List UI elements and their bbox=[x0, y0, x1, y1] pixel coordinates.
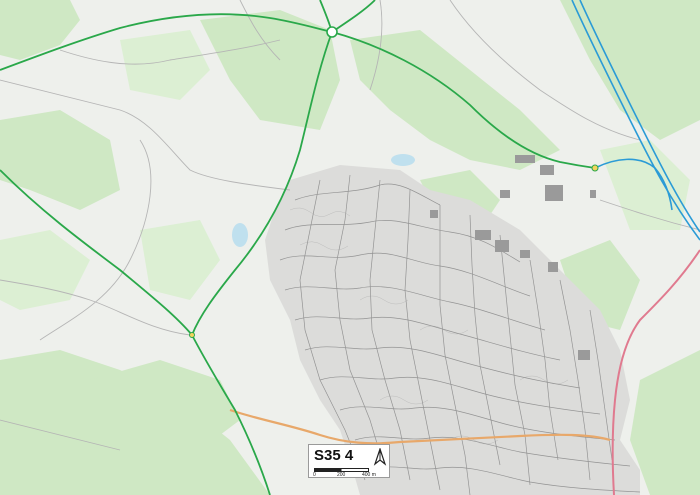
map-canvas[interactable] bbox=[0, 0, 700, 495]
map-title: S35 4 bbox=[314, 447, 354, 464]
junction-north bbox=[591, 164, 599, 172]
scale-tick-mid: 200 bbox=[337, 472, 346, 478]
scale-tick-end: 400 m bbox=[362, 472, 376, 478]
junction-west bbox=[189, 332, 195, 338]
north-arrow-icon bbox=[373, 448, 387, 466]
map-label-box: S35 4 0 200 400 m bbox=[308, 444, 390, 478]
map-area[interactable]: S35 4 0 200 400 m bbox=[0, 0, 700, 495]
scale-tick-0: 0 bbox=[313, 472, 316, 478]
roundabout bbox=[326, 26, 338, 38]
